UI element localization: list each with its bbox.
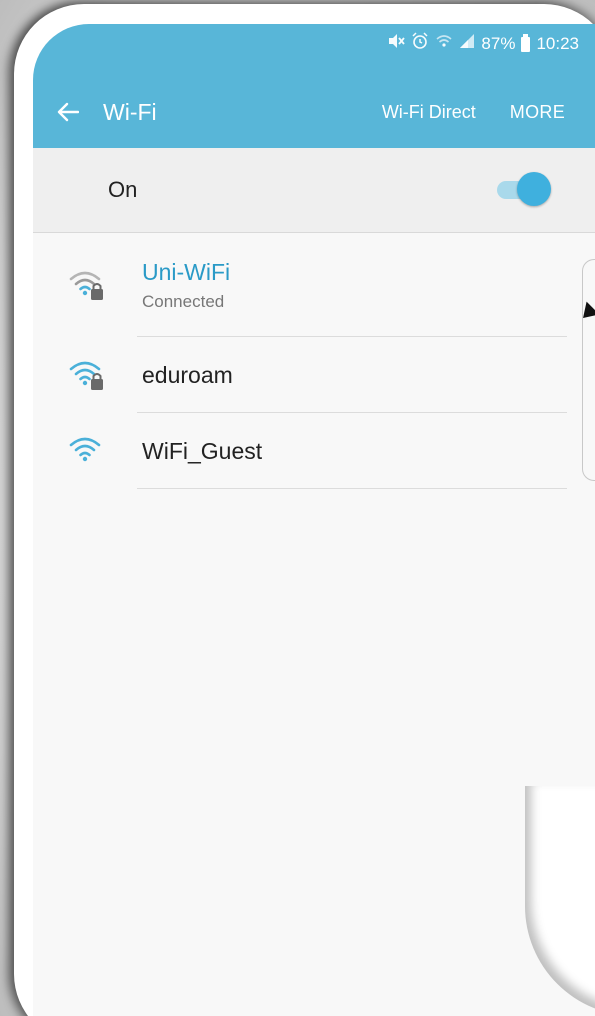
wifi-direct-button[interactable]: Wi-Fi Direct [382, 102, 476, 123]
status-bar: 87% 10:23 [387, 32, 579, 55]
battery-icon [521, 34, 531, 52]
network-text: Uni-WiFi Connected [142, 259, 230, 312]
network-item-eduroam[interactable]: eduroam [33, 337, 595, 413]
network-name: WiFi_Guest [142, 437, 263, 464]
page-title: Wi-Fi [103, 98, 157, 125]
network-name: Uni-WiFi [142, 258, 231, 285]
battery-percentage: 87% [481, 33, 516, 53]
arrow-left-icon[interactable] [55, 99, 81, 125]
switch-thumb [517, 172, 551, 206]
wifi-lock-icon [67, 355, 113, 395]
screen-edge-curve [525, 786, 595, 1016]
wifi-toggle-label: On [108, 177, 138, 202]
network-name: eduroam [142, 361, 233, 388]
signal-icon [459, 33, 475, 54]
clock-time: 10:23 [536, 33, 579, 53]
network-item-uni-wifi[interactable]: Uni-WiFi Connected [33, 233, 595, 337]
wifi-lock-icon [67, 265, 113, 305]
wifi-status-icon [435, 33, 453, 54]
network-item-wifi-guest[interactable]: WiFi_Guest [33, 413, 595, 489]
divider [137, 488, 567, 489]
network-text: eduroam [142, 362, 233, 389]
wifi-toggle-row[interactable]: On [33, 148, 595, 233]
more-button[interactable]: MORE [510, 102, 565, 123]
network-status: Connected [142, 291, 225, 311]
network-text: WiFi_Guest [142, 438, 262, 465]
alarm-icon [411, 32, 429, 55]
wifi-toggle-switch[interactable] [497, 172, 551, 208]
wifi-icon [67, 431, 113, 471]
canvas: 87% 10:23 Wi-Fi Wi-Fi Direct MORE On Uni… [0, 0, 595, 1016]
mute-icon [387, 33, 406, 54]
app-bar: 87% 10:23 Wi-Fi Wi-Fi Direct MORE [33, 24, 595, 148]
toolbar: Wi-Fi Wi-Fi Direct MORE [33, 90, 595, 134]
edge-panel-handle[interactable] [582, 259, 595, 481]
phone-screen: 87% 10:23 Wi-Fi Wi-Fi Direct MORE On Uni… [33, 24, 595, 1016]
network-list: Uni-WiFi Connected eduroam WiFi_Guest [33, 233, 595, 489]
